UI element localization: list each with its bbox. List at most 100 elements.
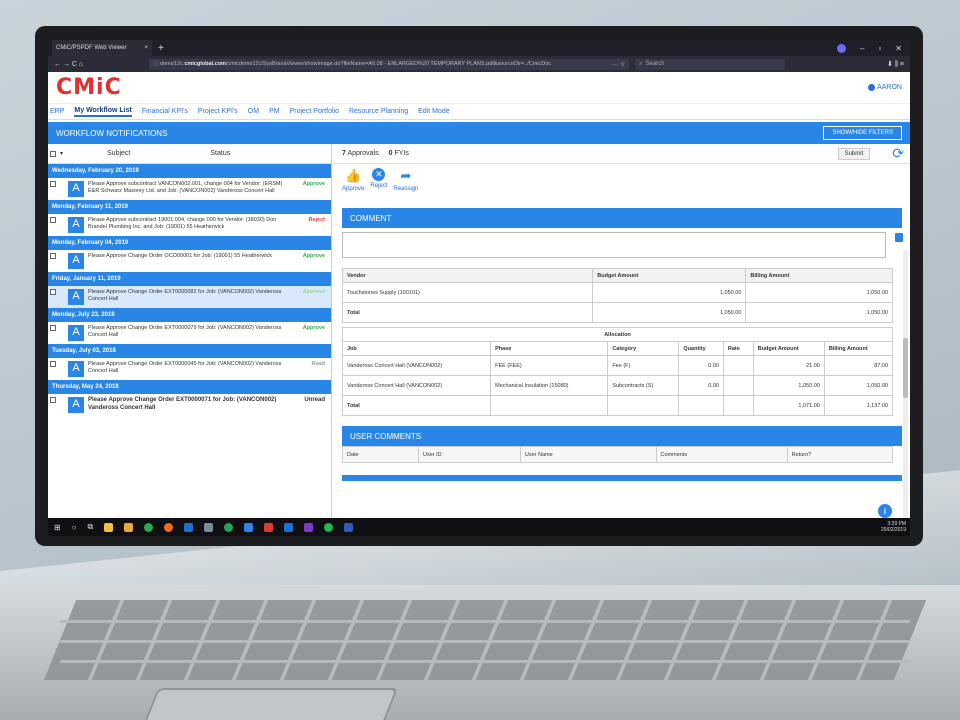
nav-financial-kpis[interactable]: Financial KPI's	[142, 108, 188, 115]
onenote-icon[interactable]	[304, 522, 314, 532]
app-icon[interactable]	[204, 522, 214, 532]
list-item[interactable]: A Please Approve Change Order EXT0000045 …	[48, 358, 331, 380]
vendor-table-header: Vendor	[341, 268, 594, 283]
search-circle-icon[interactable]: ○	[72, 523, 77, 532]
item-checkbox[interactable]	[50, 253, 56, 259]
table-cell: Touchstones Supply (100101)	[341, 282, 594, 303]
nav-project-portfolio[interactable]: Project Portfolio	[290, 108, 339, 115]
close-icon[interactable]: ×	[144, 45, 148, 51]
toolbar-icons[interactable]: ⬇ ⫼ ≡	[887, 60, 904, 69]
close-window-button[interactable]: ✕	[895, 44, 902, 53]
status-badge: Reject	[308, 217, 325, 223]
table-cell: 1,050.00	[752, 375, 825, 396]
system-clock[interactable]: 3:39 PM 20/02/2019	[881, 521, 910, 533]
allocation-table: Allocation Job Phase Category Quantity Rate B…	[341, 327, 894, 416]
item-checkbox[interactable]	[50, 361, 56, 367]
nav-my-workflow-list[interactable]: My Workflow List	[74, 107, 132, 117]
new-tab-button[interactable]: +	[158, 43, 164, 54]
item-checkbox[interactable]	[50, 289, 56, 295]
list-item[interactable]: A Please Approve subcontract VANCON002.00…	[48, 178, 331, 200]
minimize-button[interactable]: –	[860, 44, 864, 53]
firefox-icon[interactable]	[164, 522, 174, 532]
maximize-button[interactable]: ▫	[878, 44, 881, 53]
green-app-icon[interactable]	[224, 522, 234, 532]
screen: CMiC/PSPDF Web Viewer × + – ▫ ✕ ← → C ⌂ …	[48, 40, 910, 536]
item-checkbox[interactable]	[50, 217, 56, 223]
status-header[interactable]: Status	[210, 150, 230, 157]
list-item[interactable]: A Please Approve Change Order EXT0000082 …	[48, 286, 331, 308]
table-cell: Total	[341, 395, 492, 416]
list-item[interactable]: A Please Approve subcontract 19001.004, c…	[48, 214, 331, 236]
windows-start-icon[interactable]: ⊞	[54, 523, 61, 532]
nav-resource-planning[interactable]: Resource Planning	[349, 108, 408, 115]
comment-input[interactable]	[342, 232, 903, 258]
browser-titlebar: CMiC/PSPDF Web Viewer × + – ▫ ✕	[48, 40, 910, 56]
approval-icon: A	[68, 289, 84, 305]
remote-desktop-icon[interactable]	[284, 522, 294, 532]
url-actions[interactable]: ··· ☆	[612, 61, 625, 68]
allocation-table-header: Phase	[490, 341, 609, 356]
chevron-down-icon[interactable]: ▾	[60, 150, 63, 157]
search-icon: ⌕	[639, 60, 643, 67]
spotify-icon[interactable]	[324, 522, 334, 532]
nav-project-kpis[interactable]: Project KPI's	[198, 108, 238, 115]
status-badge: Approve	[302, 325, 325, 331]
browser-navbar: ← → C ⌂ ⓘ demo12c. cmicglobal.com /cmicd…	[48, 56, 910, 72]
task-view-icon[interactable]: ⧉	[88, 522, 94, 532]
table-cell	[722, 375, 754, 396]
counts-row: 7 Approvals 0 FYIs Submit ⟳	[332, 144, 910, 164]
scroll-thumb[interactable]	[903, 338, 908, 398]
item-checkbox[interactable]	[50, 181, 56, 187]
nav-buttons[interactable]: ← → C ⌂	[54, 61, 83, 68]
info-icon[interactable]: i	[878, 504, 892, 518]
red-s-app-icon[interactable]	[264, 522, 274, 532]
table-row: Vandeross Concert Hall (VANCON002) Mechan…	[341, 375, 894, 396]
user-comments-table: Date User ID User Name Comments Return?	[342, 446, 894, 463]
nav-erp[interactable]: ERP	[50, 108, 64, 115]
list-item[interactable]: A Please Approve Change Order OCO00001 fo…	[48, 250, 331, 272]
table-cell	[722, 355, 754, 376]
chrome-icon[interactable]	[144, 522, 154, 532]
item-checkbox[interactable]	[50, 325, 56, 331]
fyis-count: 0 FYIs	[388, 150, 409, 157]
allocation-table-header: Billing Amount	[823, 341, 894, 356]
outlook-icon[interactable]	[184, 522, 194, 532]
search-input[interactable]: ⌕ Search	[635, 58, 786, 70]
table-cell: Vandeross Concert Hall (VANCON002)	[341, 355, 492, 376]
nav-edit-mode[interactable]: Edit Mode	[418, 108, 450, 115]
calendar-icon[interactable]	[895, 233, 903, 242]
nav-om[interactable]: OM	[248, 108, 259, 115]
select-all-checkbox[interactable]	[50, 150, 56, 157]
search-placeholder: Search	[645, 61, 665, 67]
item-checkbox[interactable]	[50, 397, 56, 403]
status-badge: Approve	[302, 181, 325, 187]
reassign-button[interactable]: ➦ Reassign	[393, 168, 418, 200]
file-explorer-icon[interactable]	[124, 522, 134, 532]
cortana-icon[interactable]	[104, 522, 114, 532]
approval-icon: A	[68, 361, 84, 377]
submit-button[interactable]: Submit	[837, 147, 871, 160]
app-header: CMiC AARON	[48, 72, 910, 104]
date-group-header: Tuesday, July 03, 2018	[48, 344, 331, 358]
s-app-icon[interactable]	[244, 522, 254, 532]
scrollbar[interactable]	[903, 250, 908, 520]
url-domain: cmicglobal.com	[184, 61, 226, 67]
nav-pm[interactable]: PM	[269, 108, 280, 115]
subject-header[interactable]: Subject	[107, 150, 130, 157]
browser-tab[interactable]: CMiC/PSPDF Web Viewer ×	[52, 40, 152, 56]
table-row: Vandeross Concert Hall (VANCON002) FEE (F…	[341, 355, 894, 376]
user-menu[interactable]: AARON	[868, 84, 902, 91]
refresh-icon[interactable]: ⟳	[892, 145, 904, 162]
reject-button[interactable]: ✕ Reject	[370, 168, 387, 200]
reassign-label: Reassign	[393, 186, 419, 192]
list-item[interactable]: A Please Approve Change Order EXT0000071 …	[48, 394, 331, 416]
list-item[interactable]: A Please Approve Change Order EXT0000079 …	[48, 322, 331, 344]
word-icon[interactable]	[344, 522, 354, 532]
user-name: AARON	[877, 84, 902, 91]
item-subject: Please Approve Change Order EXT0000071 f…	[88, 397, 277, 411]
profile-icon[interactable]	[837, 43, 846, 53]
approve-button[interactable]: 👍 Approve	[342, 168, 364, 200]
user-comments-header: Comments	[655, 446, 788, 463]
show-hide-filters-button[interactable]: SHOW/HIDE FILTERS	[823, 126, 902, 140]
url-bar[interactable]: ⓘ demo12c. cmicglobal.com /cmicdemo12c/S…	[149, 58, 630, 70]
